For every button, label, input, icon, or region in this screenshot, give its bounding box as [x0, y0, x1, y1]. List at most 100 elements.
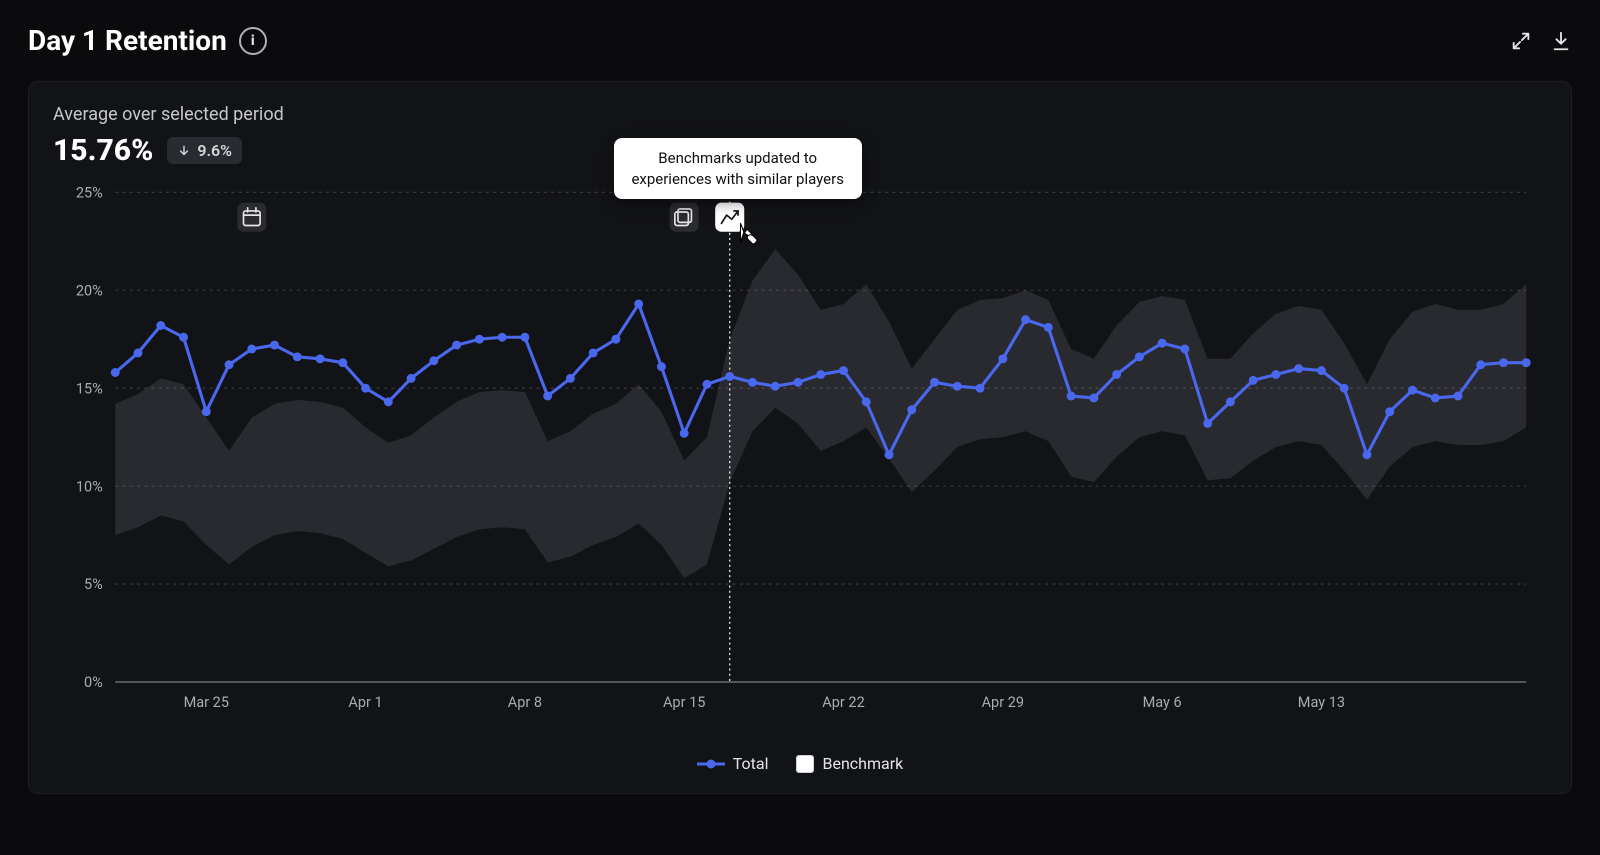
series-total-point[interactable] — [1067, 392, 1076, 401]
series-total-point[interactable] — [247, 345, 256, 354]
series-total-point[interactable] — [1226, 397, 1235, 406]
series-total-point[interactable] — [429, 356, 438, 365]
series-total-point[interactable] — [156, 321, 165, 330]
series-total-point[interactable] — [1294, 364, 1303, 373]
series-total-point[interactable] — [998, 354, 1007, 363]
series-total-point[interactable] — [748, 378, 757, 387]
calendar-marker-icon[interactable] — [237, 203, 266, 232]
svg-text:May 6: May 6 — [1143, 694, 1182, 711]
gallery-marker-icon[interactable] — [670, 203, 699, 232]
series-total-point[interactable] — [702, 380, 711, 389]
series-total-point[interactable] — [111, 368, 120, 377]
legend-benchmark-marker — [796, 755, 814, 773]
svg-text:10%: 10% — [76, 478, 103, 495]
series-total-point[interactable] — [316, 354, 325, 363]
series-total-point[interactable] — [1135, 352, 1144, 361]
series-total-point[interactable] — [1408, 386, 1417, 395]
svg-text:15%: 15% — [76, 380, 103, 397]
series-total-point[interactable] — [1180, 345, 1189, 354]
title-left: Day 1 Retention i — [28, 24, 267, 57]
svg-text:Mar 25: Mar 25 — [184, 694, 229, 711]
series-total-point[interactable] — [270, 341, 279, 350]
series-total-point[interactable] — [1454, 392, 1463, 401]
legend-item-benchmark[interactable]: Benchmark — [796, 754, 903, 773]
series-total-point[interactable] — [134, 348, 143, 357]
series-total-point[interactable] — [1021, 315, 1030, 324]
series-total-point[interactable] — [1089, 394, 1098, 403]
svg-text:Apr 8: Apr 8 — [508, 694, 542, 711]
series-total-point[interactable] — [1271, 370, 1280, 379]
metric-value: 15.76% — [53, 133, 153, 168]
series-total-point[interactable] — [338, 358, 347, 367]
series-total-point[interactable] — [1476, 360, 1485, 369]
series-total-point[interactable] — [771, 382, 780, 391]
chart-wrap: 0%5%10%15%20%25%Mar 25Apr 1Apr 8Apr 15Ap… — [53, 184, 1547, 744]
svg-text:5%: 5% — [84, 576, 103, 593]
series-total-point[interactable] — [1249, 376, 1258, 385]
benchmark-tooltip: Benchmarks updated to experiences with s… — [614, 138, 862, 199]
legend-total-marker — [697, 757, 725, 771]
series-total-point[interactable] — [953, 382, 962, 391]
series-total-point[interactable] — [885, 450, 894, 459]
series-total-point[interactable] — [589, 348, 598, 357]
svg-text:20%: 20% — [76, 282, 103, 299]
series-total-point[interactable] — [407, 374, 416, 383]
page-title: Day 1 Retention — [28, 24, 227, 57]
delta-value: 9.6% — [197, 141, 232, 160]
svg-text:Apr 1: Apr 1 — [348, 694, 382, 711]
benchmark-band — [115, 249, 1526, 578]
svg-text:Apr 22: Apr 22 — [822, 694, 864, 711]
subtitle: Average over selected period — [53, 104, 1547, 125]
series-total-point[interactable] — [680, 429, 689, 438]
series-total-point[interactable] — [611, 335, 620, 344]
series-total-point[interactable] — [1158, 339, 1167, 348]
series-total-point[interactable] — [1203, 419, 1212, 428]
series-total-point[interactable] — [725, 372, 734, 381]
series-total-point[interactable] — [657, 362, 666, 371]
chart-panel: Average over selected period 15.76% 9.6%… — [28, 81, 1572, 794]
arrow-down-icon — [177, 144, 191, 158]
series-total-point[interactable] — [816, 370, 825, 379]
series-total-point[interactable] — [543, 392, 552, 401]
series-total-point[interactable] — [930, 378, 939, 387]
series-total-point[interactable] — [862, 397, 871, 406]
series-total-point[interactable] — [976, 384, 985, 393]
series-total-point[interactable] — [498, 333, 507, 342]
series-total-point[interactable] — [520, 333, 529, 342]
series-total-point[interactable] — [293, 352, 302, 361]
title-actions — [1510, 30, 1572, 52]
legend-item-label: Total — [733, 754, 769, 773]
series-total-point[interactable] — [361, 384, 370, 393]
series-total-point[interactable] — [202, 407, 211, 416]
svg-text:25%: 25% — [76, 184, 103, 201]
svg-text:Apr 29: Apr 29 — [982, 694, 1024, 711]
series-total-point[interactable] — [1362, 450, 1371, 459]
series-total-point[interactable] — [794, 378, 803, 387]
legend-item-total[interactable]: Total — [697, 754, 769, 773]
series-total-point[interactable] — [839, 366, 848, 375]
expand-icon[interactable] — [1510, 30, 1532, 52]
series-total-point[interactable] — [1044, 323, 1053, 332]
series-total-point[interactable] — [634, 299, 643, 308]
series-total-point[interactable] — [384, 397, 393, 406]
info-icon[interactable]: i — [239, 27, 267, 55]
download-icon[interactable] — [1550, 30, 1572, 52]
series-total-point[interactable] — [1317, 366, 1326, 375]
series-total-point[interactable] — [225, 360, 234, 369]
cursor-icon — [734, 221, 760, 251]
series-total-point[interactable] — [1385, 407, 1394, 416]
retention-chart[interactable]: 0%5%10%15%20%25%Mar 25Apr 1Apr 8Apr 15Ap… — [53, 184, 1547, 744]
series-total-point[interactable] — [1112, 370, 1121, 379]
series-total-point[interactable] — [1431, 394, 1440, 403]
series-total-point[interactable] — [179, 333, 188, 342]
series-total-point[interactable] — [1522, 358, 1531, 367]
series-total-point[interactable] — [452, 341, 461, 350]
series-total-point[interactable] — [1499, 358, 1508, 367]
series-total-point[interactable] — [907, 405, 916, 414]
series-total-point[interactable] — [475, 335, 484, 344]
legend: Total Benchmark — [53, 754, 1547, 773]
series-total-point[interactable] — [1340, 384, 1349, 393]
svg-text:0%: 0% — [84, 674, 103, 691]
series-total-point[interactable] — [566, 374, 575, 383]
legend-item-label: Benchmark — [822, 754, 903, 773]
